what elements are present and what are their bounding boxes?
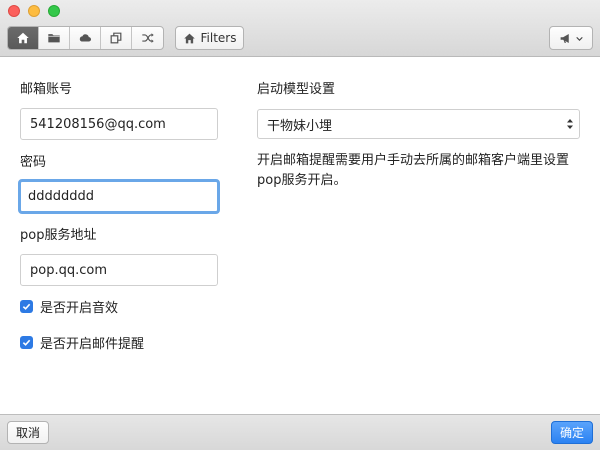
- cloud-icon: [79, 34, 92, 42]
- tab-cloud[interactable]: [70, 27, 101, 49]
- tab-copy[interactable]: [101, 27, 132, 49]
- sound-checkbox[interactable]: [20, 300, 33, 313]
- dialog-footer: 取消 确定: [0, 414, 600, 450]
- tab-shuffle[interactable]: [132, 27, 163, 49]
- announce-menu-button[interactable]: [549, 26, 593, 50]
- sound-option: 是否开启音效: [20, 297, 118, 316]
- home-icon: [183, 33, 195, 43]
- copy-icon: [110, 32, 122, 44]
- zoom-window-button[interactable]: [48, 5, 60, 17]
- select-arrows-icon: [567, 119, 573, 129]
- shuffle-icon: [141, 33, 154, 43]
- sound-checkbox-label: 是否开启音效: [40, 301, 119, 316]
- mail-alert-checkbox[interactable]: [20, 336, 33, 349]
- email-field[interactable]: 541208156@qq.com: [20, 108, 218, 140]
- folder-icon: [48, 34, 60, 43]
- checkmark-icon: [22, 339, 31, 346]
- password-field[interactable]: dddddddd: [18, 179, 220, 214]
- cancel-button[interactable]: 取消: [7, 421, 49, 444]
- view-segmented-control: [7, 26, 164, 50]
- pop-server-label: pop服务地址: [20, 228, 97, 243]
- megaphone-icon: [560, 33, 569, 43]
- password-label: 密码: [20, 155, 47, 170]
- tab-home[interactable]: [8, 27, 39, 49]
- filters-button[interactable]: Filters: [175, 26, 244, 50]
- model-description: 开启邮箱提醒需要用户手动去所属的邮箱客户端里设置pop服务开启。: [257, 153, 570, 188]
- minimize-window-button[interactable]: [28, 5, 40, 17]
- pop-server-field[interactable]: pop.qq.com: [20, 254, 218, 286]
- home-icon: [17, 32, 29, 44]
- model-select-value: 干物妹小埋: [267, 118, 333, 134]
- window-toolbar: Filters: [0, 0, 600, 57]
- chevron-down-icon: [575, 36, 583, 41]
- email-label: 邮箱账号: [20, 82, 73, 97]
- tab-folder[interactable]: [39, 27, 70, 49]
- checkmark-icon: [22, 303, 31, 310]
- mail-alert-checkbox-label: 是否开启邮件提醒: [40, 337, 145, 352]
- close-window-button[interactable]: [8, 5, 20, 17]
- filters-button-label: Filters: [200, 31, 237, 45]
- model-select[interactable]: 干物妹小埋: [257, 109, 580, 139]
- model-settings-label: 启动模型设置: [257, 82, 336, 97]
- confirm-button[interactable]: 确定: [551, 421, 593, 444]
- mail-alert-option: 是否开启邮件提醒: [20, 333, 144, 352]
